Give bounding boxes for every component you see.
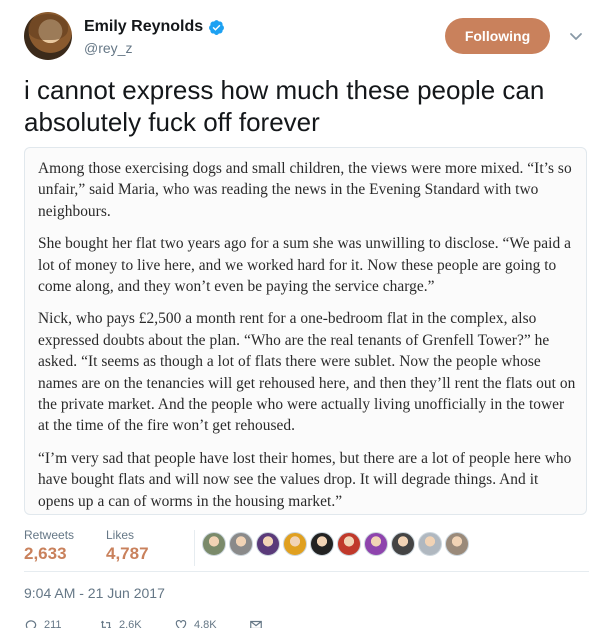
- likes-stat[interactable]: Likes 4,787: [106, 528, 149, 564]
- screenshot-media[interactable]: Among those exercising dogs and small ch…: [24, 147, 587, 515]
- media-paragraph: Among those exercising dogs and small ch…: [38, 160, 572, 220]
- retweet-icon: [100, 620, 112, 628]
- likes-count: 4,787: [106, 544, 149, 563]
- action-bar: 211 2.6K 4.8K: [24, 618, 589, 628]
- stats-divider: [194, 530, 195, 566]
- user-avatar[interactable]: [24, 12, 72, 60]
- media-paragraph: “I’m very sad that people have lost thei…: [38, 449, 572, 510]
- retweets-label: Retweets: [24, 528, 75, 542]
- user-handle[interactable]: @rey_z: [84, 40, 132, 56]
- liker-avatar-6[interactable]: [337, 532, 361, 556]
- liker-avatar-7[interactable]: [364, 532, 388, 556]
- reply-icon: [25, 620, 37, 628]
- retweet-count: 2.6K: [119, 619, 142, 628]
- liker-avatar-10[interactable]: [445, 532, 469, 556]
- liker-avatar-9[interactable]: [418, 532, 442, 556]
- like-count: 4.8K: [194, 619, 217, 628]
- likes-label: Likes: [106, 528, 135, 542]
- name-row: Emily Reynolds: [84, 18, 225, 36]
- retweets-count: 2,633: [24, 544, 67, 563]
- media-paragraph: She bought her flat two years ago for a …: [38, 235, 572, 296]
- media-paragraph: Nick, who pays £2,500 a month rent for a…: [38, 310, 576, 435]
- retweet-button[interactable]: 2.6K: [99, 618, 154, 628]
- tweet-text: i cannot express how much these people c…: [24, 75, 545, 137]
- liker-avatar-8[interactable]: [391, 532, 415, 556]
- reply-count: 211: [44, 619, 62, 628]
- liker-avatar-4[interactable]: [283, 532, 307, 556]
- liker-avatar-2[interactable]: [229, 532, 253, 556]
- direct-message-button[interactable]: [249, 618, 304, 628]
- display-name[interactable]: Emily Reynolds: [84, 18, 203, 36]
- chevron-down-icon[interactable]: [566, 26, 586, 46]
- liker-avatar-1[interactable]: [202, 532, 226, 556]
- liker-avatar-5[interactable]: [310, 532, 334, 556]
- tweet-header: Emily Reynolds @rey_z Following: [24, 12, 589, 64]
- liker-avatar-3[interactable]: [256, 532, 280, 556]
- tweet-stats: Retweets 2,633 Likes 4,787: [24, 522, 589, 572]
- heart-icon: [175, 620, 187, 628]
- envelope-icon: [250, 620, 262, 628]
- retweets-stat[interactable]: Retweets 2,633: [24, 528, 74, 564]
- reply-button[interactable]: 211: [24, 618, 79, 628]
- verified-badge-icon: [209, 19, 225, 35]
- like-button[interactable]: 4.8K: [174, 618, 229, 628]
- following-button[interactable]: Following: [445, 18, 550, 54]
- tweet-timestamp[interactable]: 9:04 AM - 21 Jun 2017: [24, 585, 165, 601]
- likers-avatars: [202, 532, 469, 556]
